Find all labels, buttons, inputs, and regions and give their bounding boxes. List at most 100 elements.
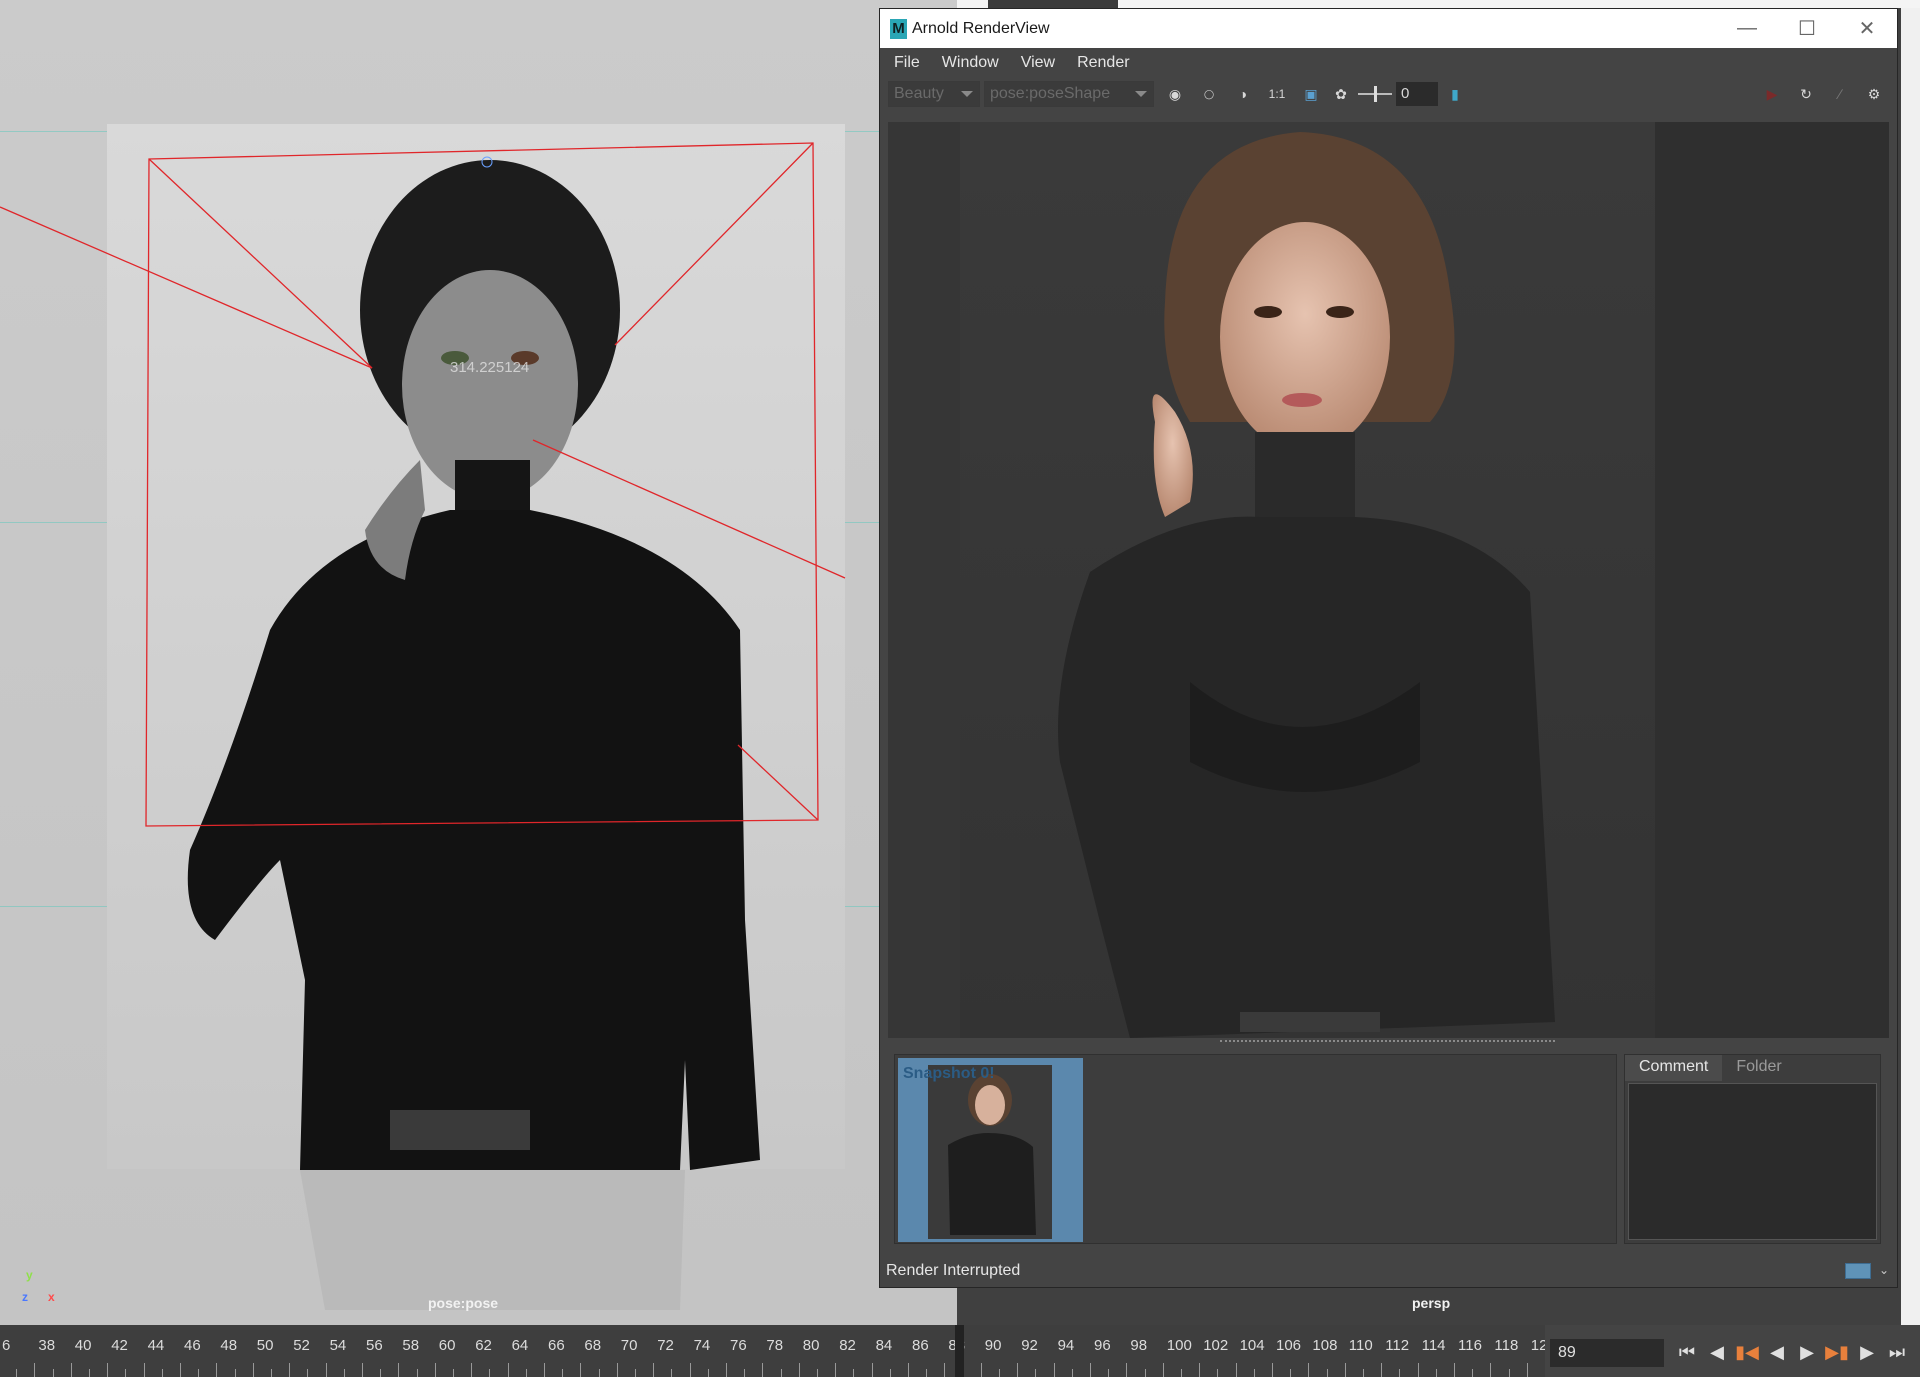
comment-folder-panel: Comment Folder — [1624, 1054, 1881, 1244]
timeline-tick-label: 118 — [1494, 1337, 1519, 1354]
ratio-button[interactable]: 1:1 — [1264, 81, 1290, 107]
current-time-marker[interactable] — [955, 1325, 964, 1377]
timeline-tick — [34, 1363, 36, 1377]
timeline-tick — [780, 1369, 782, 1377]
timeline-tick-label: 108 — [1312, 1337, 1338, 1354]
window-titlebar[interactable]: M Arnold RenderView — ☐ ✕ — [880, 9, 1897, 48]
comment-textarea[interactable] — [1628, 1083, 1877, 1240]
eye-toggle-button[interactable] — [1845, 1263, 1871, 1279]
menu-window[interactable]: Window — [942, 54, 999, 72]
timeline-tick-label: 92 — [1021, 1337, 1038, 1354]
timeline-tick — [1344, 1363, 1346, 1377]
close-button[interactable]: ✕ — [1837, 9, 1897, 48]
timeline-tick — [125, 1369, 127, 1377]
crop-region-icon[interactable]: ▣ — [1298, 81, 1324, 107]
axis-gizmo: y z x — [22, 1268, 62, 1308]
time-slider[interactable]: 6 38 40 42 44 46 48 50 52 54 56 58 60 62 64 66 68 70 72 74 7… — [0, 1325, 1920, 1377]
snapshot-preview-image — [928, 1065, 1052, 1239]
rgb-icon[interactable]: ◯ — [1196, 81, 1222, 107]
timeline-tick-label: 104 — [1239, 1337, 1265, 1354]
exposure-slider[interactable] — [1358, 86, 1392, 102]
timeline-tick-label: 48 — [220, 1337, 238, 1354]
snapshot-thumbnail[interactable]: Snapshot 0! — [898, 1058, 1083, 1242]
timeline-tick — [307, 1369, 309, 1377]
timeline-tick — [70, 1363, 72, 1377]
go-to-start-button[interactable]: ⏮ — [1672, 1337, 1702, 1367]
timeline-tick — [489, 1369, 491, 1377]
timeline-tick — [143, 1363, 145, 1377]
timeline-tick — [1381, 1363, 1383, 1377]
play-forwards-button[interactable]: ▶ — [1792, 1337, 1822, 1367]
menu-render[interactable]: Render — [1077, 54, 1129, 72]
arnold-renderview-window[interactable]: M Arnold RenderView — ☐ ✕ File Window Vi… — [879, 8, 1898, 1288]
timeline-tick — [362, 1363, 363, 1377]
chevron-down-icon[interactable]: ⌄ — [1879, 1263, 1889, 1277]
step-forward-key-button[interactable]: ▶​ — [1852, 1337, 1882, 1367]
timeline-tick-label: 112 — [1385, 1337, 1410, 1354]
timeline-tick — [707, 1369, 709, 1377]
menu-bar: File Window View Render — [880, 48, 1897, 78]
timeline-tick-label: 42 — [111, 1337, 128, 1354]
axis-z-label: z — [22, 1290, 28, 1304]
settings-gear-icon[interactable]: ⚙ — [1861, 81, 1887, 107]
maximize-button[interactable]: ☐ — [1777, 9, 1837, 48]
status-bar: Render Interrupted ⌄ — [880, 1255, 1897, 1287]
timeline-tick — [635, 1369, 636, 1377]
timeline-tick — [908, 1363, 909, 1377]
step-forward-frame-button[interactable]: ▶▮ — [1822, 1337, 1852, 1367]
tab-comment[interactable]: Comment — [1625, 1055, 1723, 1081]
step-back-key-button[interactable]: ◀​ — [1702, 1337, 1732, 1367]
timeline-tick-label: 84 — [875, 1337, 893, 1354]
axis-y-label: y — [26, 1268, 33, 1282]
refresh-icon[interactable]: ↻ — [1793, 81, 1819, 107]
menu-view[interactable]: View — [1021, 54, 1055, 72]
current-frame-field[interactable]: 89 — [1550, 1339, 1664, 1367]
step-back-frame-button[interactable]: ▮◀ — [1732, 1337, 1762, 1367]
timeline-tick-label: 78 — [766, 1337, 784, 1354]
log-icon[interactable]: ▮ — [1442, 81, 1468, 107]
camera-select[interactable]: pose:poseShape — [984, 81, 1154, 107]
hud-distance-value: 314.225124 — [450, 359, 530, 376]
timeline-tick-label: 70 — [620, 1337, 638, 1354]
timeline-tick — [1126, 1363, 1128, 1377]
menu-file[interactable]: File — [894, 54, 920, 72]
tab-folder[interactable]: Folder — [1722, 1055, 1796, 1081]
viewport-toolbar-strip — [957, 0, 1920, 8]
timeline-tick — [471, 1363, 473, 1377]
panel-splitter[interactable] — [1220, 1040, 1555, 1042]
render-image-area[interactable] — [888, 122, 1889, 1038]
timeline-tick-label: 56 — [366, 1337, 383, 1354]
timeline-tick-label: 66 — [548, 1337, 565, 1354]
timeline-tick-label: 80 — [802, 1337, 820, 1354]
play-backwards-button[interactable]: ◀ — [1762, 1337, 1792, 1367]
timeline-tick — [1108, 1369, 1110, 1377]
go-to-end-button[interactable]: ⏭ — [1882, 1337, 1912, 1367]
exposure-field[interactable]: 0 — [1396, 82, 1438, 106]
timeline-tick — [1490, 1363, 1492, 1377]
timeline-tick — [817, 1369, 818, 1377]
timeline-tick — [52, 1369, 54, 1377]
camera-select-value: pose:poseShape — [990, 85, 1111, 102]
aov-select[interactable]: Beauty — [888, 81, 980, 107]
timeline-tick-label: 96 — [1094, 1337, 1111, 1354]
render-background-panel — [1655, 122, 1889, 1038]
exposure-icon[interactable]: ✿ — [1328, 81, 1354, 107]
timeline-tick-label: 106 — [1276, 1337, 1302, 1354]
color-correct-icon[interactable]: ◑ — [1230, 81, 1256, 107]
timeline-tick — [580, 1363, 582, 1377]
timeline-tick — [1508, 1369, 1510, 1377]
snapshot-gallery[interactable]: Snapshot 0! — [894, 1054, 1617, 1244]
timeline-tick-label: 110 — [1348, 1337, 1373, 1354]
timeline-tick — [1308, 1363, 1310, 1377]
ipr-icon[interactable]: ∕ — [1827, 81, 1853, 107]
minimize-button[interactable]: — — [1717, 9, 1777, 48]
pose-camera-viewport[interactable]: 314.225124 y z x pose:pose — [0, 0, 957, 1325]
timeline-tick — [653, 1363, 655, 1377]
aov-select-value: Beauty — [894, 85, 944, 102]
axis-x-label: x — [48, 1290, 55, 1304]
timeline-tick — [1435, 1369, 1437, 1377]
display-channel-icon[interactable]: ◉ — [1162, 81, 1188, 107]
timeline-ruler[interactable]: 6 38 40 42 44 46 48 50 52 54 56 58 60 62 64 66 68 70 72 74 7… — [0, 1325, 1545, 1377]
render-play-icon[interactable]: ▶ — [1759, 81, 1785, 107]
timeline-tick-label: 76 — [730, 1337, 747, 1354]
